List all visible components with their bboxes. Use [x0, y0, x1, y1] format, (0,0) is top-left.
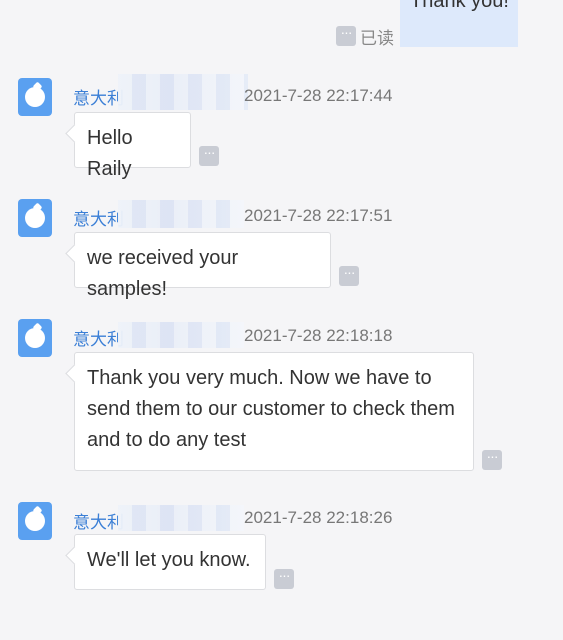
message-more-button[interactable]: ··· — [274, 568, 294, 589]
avatar[interactable] — [18, 319, 52, 357]
message-bubble: We'll let you know. — [74, 534, 266, 590]
message-more-button[interactable]: ··· — [336, 25, 356, 46]
message-time: 2021-7-28 22:18:26 — [244, 508, 393, 527]
sender-name[interactable]: 意大利 — [73, 84, 124, 109]
redacted-name — [118, 74, 248, 110]
message-more-button[interactable]: ··· — [482, 449, 502, 470]
own-message-text: Thank you! — [410, 0, 509, 12]
avatar[interactable] — [18, 199, 52, 237]
own-message-bubble: Thank you! — [400, 0, 518, 47]
message-more-button[interactable]: ··· — [339, 265, 359, 286]
redacted-name — [118, 505, 244, 531]
avatar-icon — [25, 328, 45, 348]
message-text: We'll let you know. — [87, 549, 251, 571]
message-time: 2021-7-28 22:17:44 — [244, 86, 393, 105]
redacted-name — [118, 200, 244, 228]
avatar-icon — [25, 511, 45, 531]
avatar-icon — [25, 87, 45, 107]
message-time: 2021-7-28 22:17:51 — [244, 206, 393, 225]
avatar[interactable] — [18, 78, 52, 116]
sender-name[interactable]: 意大利 — [73, 205, 124, 230]
sender-name[interactable]: 意大利 — [73, 508, 124, 533]
message-text: Thank you very much. Now we have to send… — [87, 367, 455, 451]
message-bubble: Hello Raily — [74, 112, 191, 180]
redacted-name — [118, 322, 244, 348]
message-time: 2021-7-28 22:18:18 — [244, 326, 393, 345]
read-status-label: 已读 — [360, 29, 394, 48]
message-bubble: we received your samples! — [74, 232, 331, 300]
message-more-button[interactable]: ··· — [199, 145, 219, 166]
message-bubble: Thank you very much. Now we have to send… — [74, 352, 474, 471]
message-text: Hello Raily — [87, 127, 133, 180]
message-text: we received your samples! — [87, 247, 239, 300]
avatar-icon — [25, 208, 45, 228]
avatar[interactable] — [18, 502, 52, 540]
sender-name[interactable]: 意大利 — [73, 325, 124, 350]
